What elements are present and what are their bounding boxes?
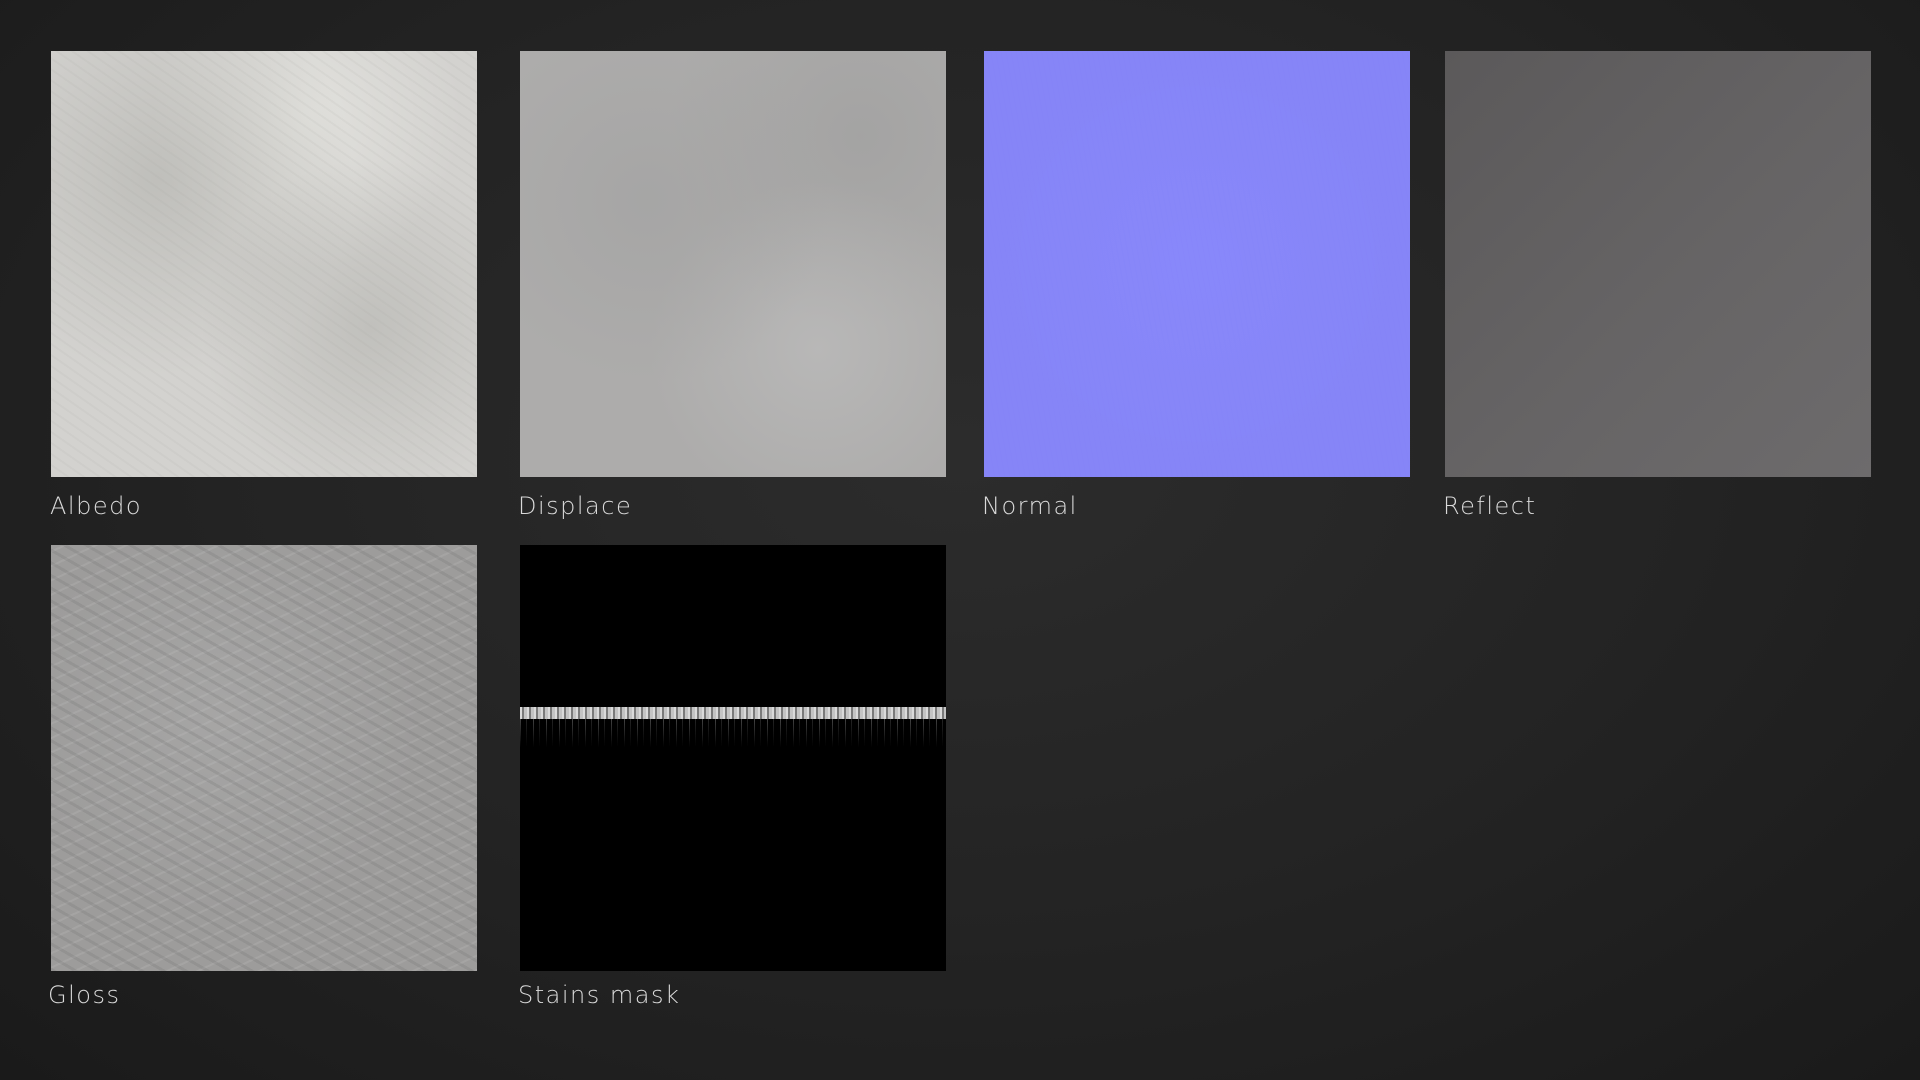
reflect-map-thumbnail [1445, 51, 1871, 477]
gloss-map-thumbnail [51, 545, 477, 971]
albedo-map-label: Albedo [50, 492, 143, 520]
albedo-map-thumbnail [51, 51, 477, 477]
stains-mask-thumbnail [520, 545, 946, 971]
normal-map-thumbnail [984, 51, 1410, 477]
stain-drips [520, 719, 946, 747]
stain-line [520, 707, 946, 719]
normal-map-label: Normal [982, 492, 1078, 520]
gloss-map-label: Gloss [48, 981, 121, 1009]
texture-maps-sheet: { "maps": [ { "label": "Albedo", "swatch… [0, 0, 1920, 1080]
stains-mask-label: Stains mask [518, 981, 681, 1009]
displace-map-label: Displace [518, 492, 633, 520]
reflect-map-label: Reflect [1443, 492, 1537, 520]
displace-map-thumbnail [520, 51, 946, 477]
